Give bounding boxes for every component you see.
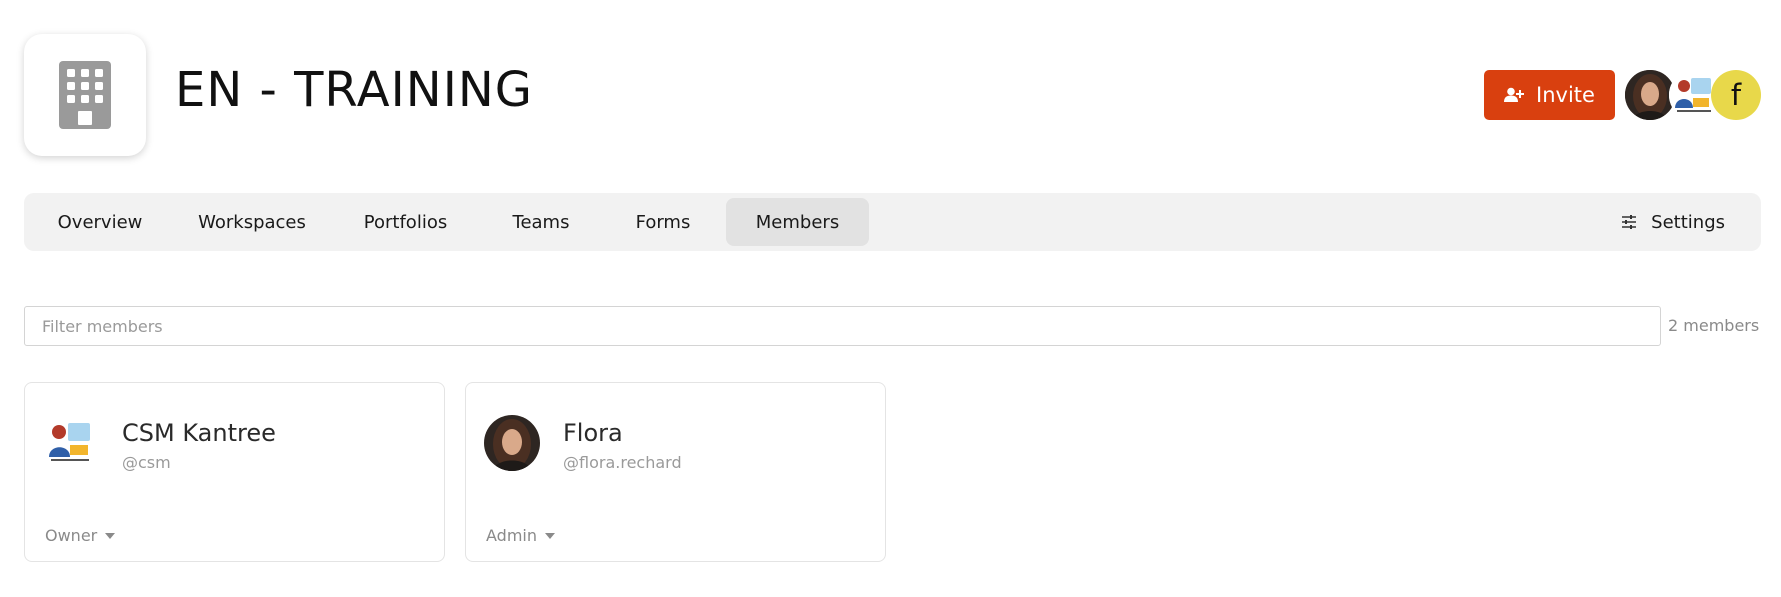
page-title: EN - TRAINING [175, 62, 533, 118]
caret-down-icon [545, 532, 555, 539]
member-card[interactable]: CSM Kantree @csm Owner [24, 382, 445, 562]
member-card[interactable]: Flora @flora.rechard Admin [465, 382, 886, 562]
invite-label: Invite [1536, 83, 1595, 107]
invite-button[interactable]: Invite [1484, 70, 1615, 120]
role-dropdown[interactable]: Admin [486, 526, 555, 545]
building-icon [59, 61, 111, 129]
tab-label: Forms [635, 211, 691, 233]
tab-teams[interactable]: Teams [483, 198, 599, 246]
tab-overview[interactable]: Overview [30, 198, 170, 246]
settings-button[interactable]: Settings [1621, 198, 1725, 246]
member-count: 2 members [1668, 316, 1760, 335]
sliders-icon [1622, 215, 1637, 229]
page-header: EN - TRAINING Invite f [0, 0, 1781, 170]
tab-workspaces[interactable]: Workspaces [176, 198, 328, 246]
tab-forms[interactable]: Forms [605, 198, 721, 246]
nav-tabs: Overview Workspaces Portfolios Teams For… [24, 193, 1761, 251]
tab-label: Workspaces [198, 211, 306, 233]
role-dropdown[interactable]: Owner [45, 526, 116, 545]
avatar[interactable]: f [1711, 70, 1761, 120]
person-photo-icon [1625, 70, 1675, 120]
avatar-initial: f [1730, 78, 1742, 112]
member-avatars[interactable]: f [1625, 70, 1761, 120]
user-plus-icon [1504, 87, 1525, 102]
avatar [43, 415, 99, 471]
tab-label: Teams [512, 211, 570, 233]
tab-label: Portfolios [363, 211, 448, 233]
member-handle: @csm [122, 453, 171, 472]
member-name: CSM Kantree [122, 419, 276, 447]
caret-down-icon [105, 532, 116, 539]
member-name: Flora [563, 419, 623, 447]
member-handle: @flora.rechard [563, 453, 682, 472]
org-logo [24, 34, 146, 156]
avatar[interactable] [1625, 70, 1675, 120]
settings-label: Settings [1651, 211, 1725, 233]
tab-portfolios[interactable]: Portfolios [334, 198, 477, 246]
role-label: Owner [45, 526, 98, 545]
avatar [484, 415, 540, 471]
filter-members-input[interactable] [24, 306, 1661, 346]
customer-support-illustration-icon [43, 415, 99, 471]
role-label: Admin [486, 526, 537, 545]
tab-label: Members [755, 211, 840, 233]
tab-members[interactable]: Members [726, 198, 869, 246]
person-photo-icon [484, 415, 540, 471]
tab-label: Overview [57, 211, 143, 233]
